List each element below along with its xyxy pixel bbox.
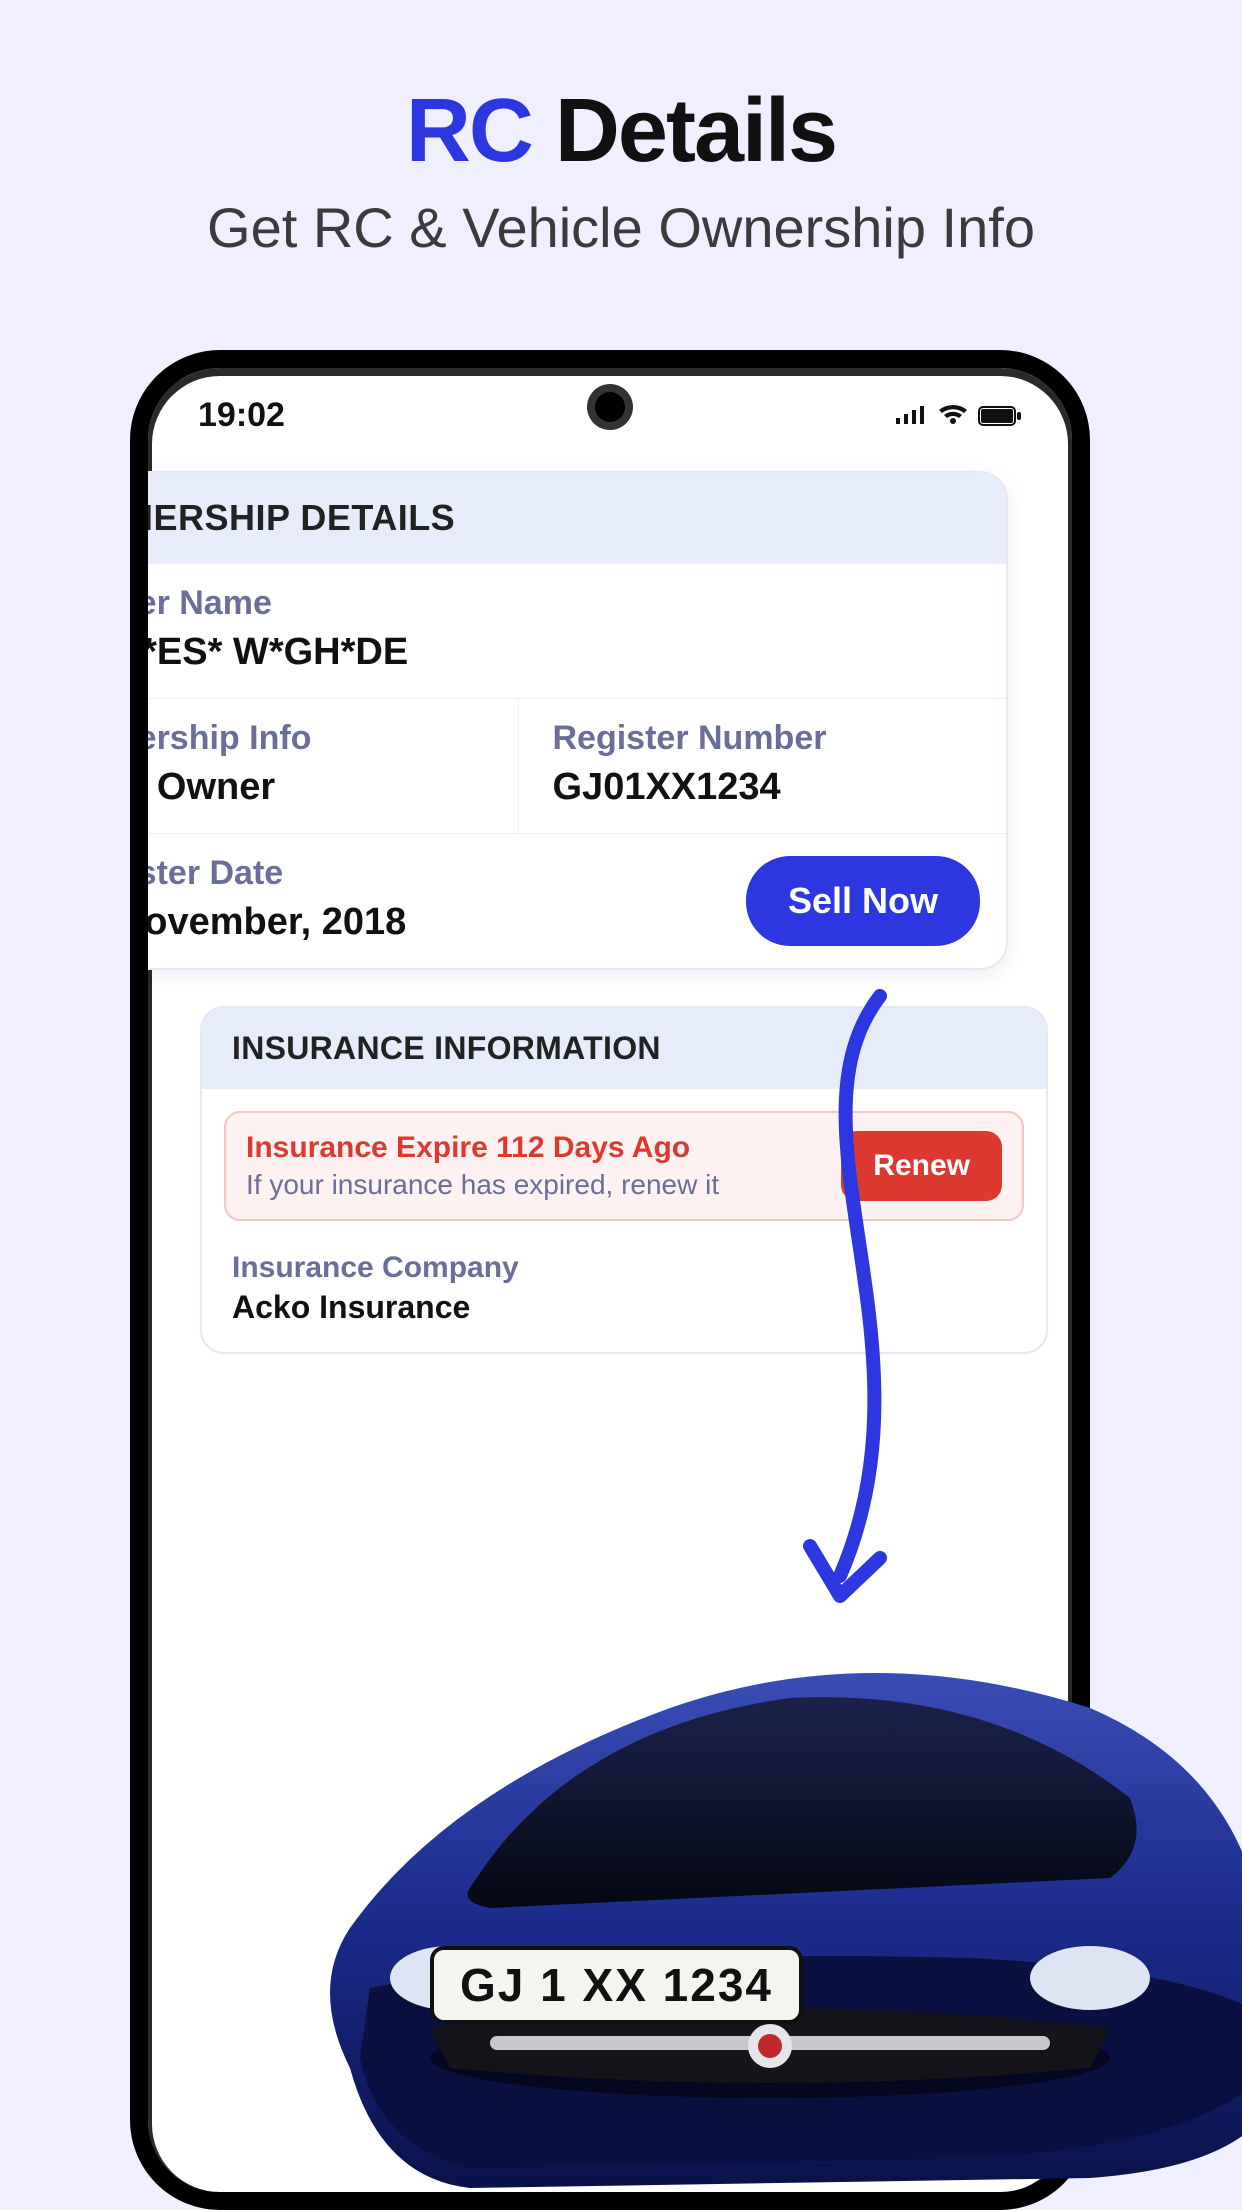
owner-name-value: S*AI*ES* W*GH*DE bbox=[130, 631, 972, 674]
camera-icon bbox=[595, 392, 625, 422]
owner-name-label: Owner Name bbox=[130, 584, 972, 623]
alert-title: Insurance Expire 112 Days Ago bbox=[246, 1131, 719, 1165]
status-time: 19:02 bbox=[198, 396, 285, 435]
register-number-value: GJ01XX1234 bbox=[553, 766, 973, 809]
arrow-icon bbox=[740, 986, 940, 1666]
register-number-field: Register Number GJ01XX1234 bbox=[519, 698, 1007, 833]
car-image bbox=[270, 1588, 1242, 2208]
wifi-icon bbox=[938, 404, 968, 428]
ownership-card-title: OWNERSHIP DETAILS bbox=[130, 473, 1006, 563]
register-number-label: Register Number bbox=[553, 719, 973, 758]
register-date-field: Register Date 17 November, 2018 bbox=[130, 834, 440, 968]
register-date-label: Register Date bbox=[130, 854, 406, 893]
page-title: RC Details bbox=[0, 80, 1242, 183]
ownership-info-field: Ownership Info First Owner bbox=[130, 698, 519, 833]
ownership-card: OWNERSHIP DETAILS Owner Name S*AI*ES* W*… bbox=[130, 471, 1008, 970]
ownership-info-label: Ownership Info bbox=[130, 719, 484, 758]
cellular-icon bbox=[894, 404, 928, 428]
battery-icon bbox=[978, 404, 1022, 428]
promo-header: RC Details Get RC & Vehicle Ownership In… bbox=[0, 0, 1242, 260]
owner-name-field: Owner Name S*AI*ES* W*GH*DE bbox=[130, 563, 1006, 698]
ownership-info-value: First Owner bbox=[130, 766, 484, 809]
license-plate: GJ 1 XX 1234 bbox=[430, 1946, 803, 2024]
title-details: Details bbox=[532, 81, 836, 181]
sell-now-button[interactable]: Sell Now bbox=[746, 856, 980, 946]
page-subtitle: Get RC & Vehicle Ownership Info bbox=[0, 195, 1242, 260]
register-date-value: 17 November, 2018 bbox=[130, 901, 406, 944]
alert-subtitle: If your insurance has expired, renew it bbox=[246, 1169, 719, 1201]
title-rc: RC bbox=[406, 81, 532, 181]
